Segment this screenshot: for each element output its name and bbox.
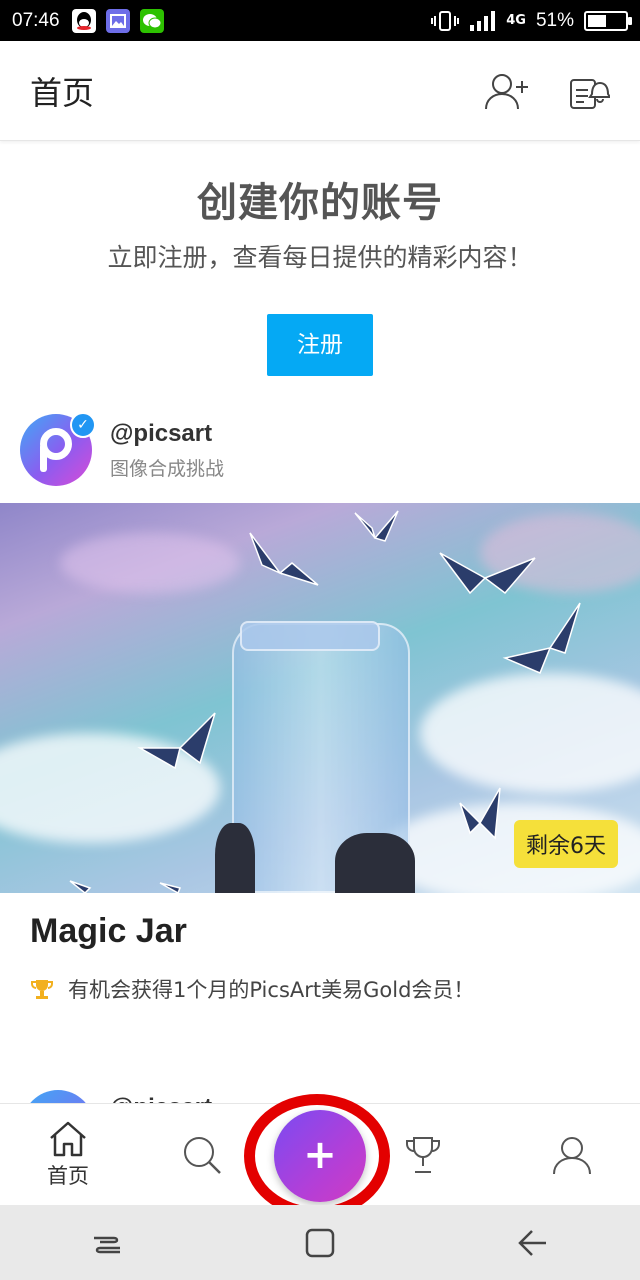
qq-notification-icon	[71, 8, 96, 33]
nav-search[interactable]	[152, 1104, 252, 1206]
status-bar: 07:46 4G 51%	[0, 0, 640, 41]
challenge-reward: 有机会获得1个月的PicsArt美易Gold会员！	[30, 974, 474, 1004]
app-header: 首页	[0, 41, 640, 141]
post-username[interactable]: @picsart	[110, 420, 224, 448]
add-friend-icon[interactable]	[484, 71, 532, 111]
wechat-notification-icon	[139, 8, 164, 33]
network-type: 4G	[506, 13, 526, 28]
signup-heading: 创建你的账号	[197, 180, 443, 226]
picsart-logo-stem	[40, 444, 47, 472]
search-icon	[184, 1137, 221, 1174]
signup-subheading: 立即注册，查看每日提供的精彩内容！	[107, 243, 533, 272]
status-time: 07:46	[12, 9, 60, 31]
back-icon[interactable]	[516, 1226, 550, 1260]
battery-icon	[584, 10, 632, 31]
post-subtitle: 图像合成挑战	[110, 457, 225, 480]
challenge-reward-text: 有机会获得1个月的PicsArt美易Gold会员！	[68, 978, 475, 1002]
battery-level	[588, 14, 606, 27]
days-remaining-badge: 剩余6天	[514, 820, 618, 868]
battery-percent: 51%	[535, 9, 574, 31]
signup-section: 创建你的账号 立即注册，查看每日提供的精彩内容！ 注册	[0, 170, 640, 376]
gallery-notification-icon	[105, 8, 130, 33]
challenges-icon	[406, 1137, 440, 1173]
nav-profile[interactable]	[522, 1104, 622, 1206]
nav-home[interactable]: 首页	[18, 1104, 118, 1206]
notifications-icon[interactable]	[568, 70, 610, 112]
trophy-icon	[31, 980, 53, 999]
home-icon	[50, 1121, 86, 1157]
create-icon: +	[303, 1132, 337, 1178]
profile-icon	[553, 1137, 591, 1175]
system-navigation-bar	[0, 1205, 640, 1280]
signal-icon	[470, 10, 496, 31]
picsart-avatar[interactable]: ✓	[20, 412, 96, 486]
nav-home-label: 首页	[47, 1164, 89, 1188]
recent-apps-icon[interactable]	[90, 1226, 124, 1260]
verified-badge-icon: ✓	[70, 412, 96, 438]
vibrate-icon	[431, 10, 460, 31]
page-title: 首页	[30, 73, 95, 112]
register-button[interactable]: 注册	[267, 314, 373, 376]
challenge-title[interactable]: Magic Jar	[30, 912, 187, 951]
post-header[interactable]: ✓ @picsart 图像合成挑战	[20, 412, 225, 486]
home-button-icon[interactable]	[303, 1226, 337, 1260]
create-button[interactable]: +	[274, 1110, 366, 1202]
